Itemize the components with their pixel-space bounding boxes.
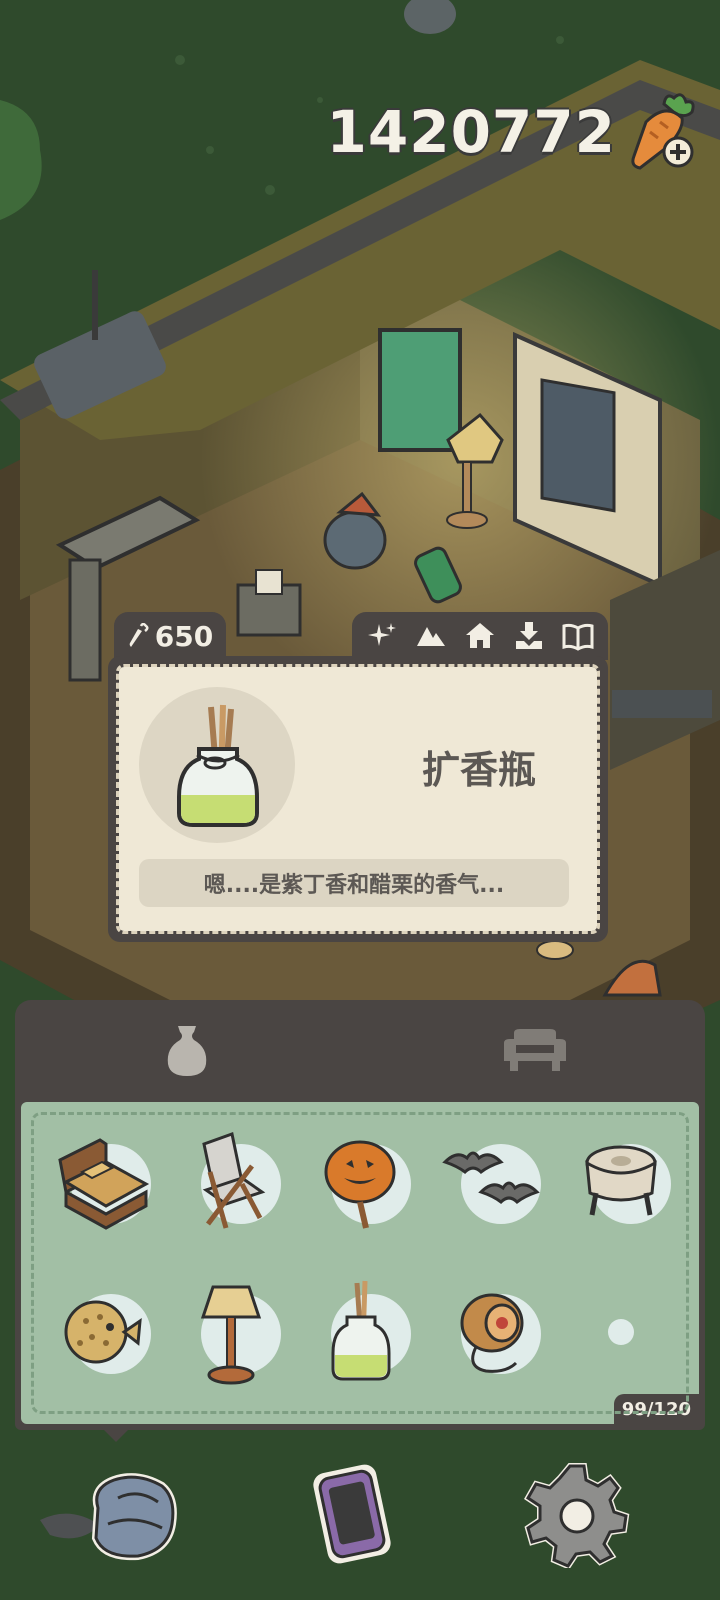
inventory-grid: 99/120 bbox=[21, 1102, 699, 1424]
settings-gear-icon bbox=[524, 1463, 630, 1568]
inventory-slot-folding-chair[interactable] bbox=[171, 1122, 291, 1242]
inventory-slot-pufferfish[interactable] bbox=[41, 1272, 161, 1392]
inventory-slot-yoyo[interactable] bbox=[431, 1272, 551, 1392]
inventory-slot-pumpkin-candy-apple[interactable] bbox=[301, 1122, 421, 1242]
item-thumbnail bbox=[139, 687, 295, 843]
tab-furniture[interactable] bbox=[475, 1012, 595, 1088]
stool-icon bbox=[585, 1145, 657, 1216]
inventory-tabs bbox=[15, 1000, 705, 1100]
backpack-button[interactable] bbox=[78, 1458, 188, 1568]
item-price: 650 bbox=[154, 619, 214, 653]
inventory-slot-bats[interactable] bbox=[431, 1122, 551, 1242]
inventory-slot-diffuser-bottle[interactable] bbox=[301, 1272, 421, 1392]
empty-slot-dot bbox=[608, 1319, 634, 1345]
diffuser-bottle-icon bbox=[177, 704, 259, 827]
carrot-icon bbox=[129, 623, 149, 647]
inventory-slot-stool[interactable] bbox=[561, 1122, 681, 1242]
settings-button[interactable] bbox=[522, 1458, 632, 1568]
item-description: 嗯....是紫丁香和醋栗的香气... bbox=[139, 859, 569, 907]
item-card-body: 扩香瓶 嗯....是紫丁香和醋栗的香气... bbox=[108, 656, 608, 942]
inventory-count: 99/120 bbox=[613, 1394, 699, 1424]
download-icon[interactable] bbox=[512, 619, 546, 653]
phone-button[interactable] bbox=[298, 1458, 408, 1568]
vase-icon bbox=[167, 1026, 207, 1076]
inventory-grid-frame: 99/120 bbox=[15, 1096, 705, 1430]
pufferfish-icon bbox=[64, 1300, 142, 1364]
house-icon[interactable] bbox=[463, 619, 497, 653]
item-card-content: 扩香瓶 嗯....是紫丁香和醋栗的香气... bbox=[116, 664, 600, 934]
yoyo-icon bbox=[460, 1293, 524, 1373]
carrot-currency-amount: 1420772 bbox=[326, 98, 616, 166]
inventory-slot-floor-lamp[interactable] bbox=[171, 1272, 291, 1392]
pumpkin-candy-apple-icon bbox=[324, 1140, 396, 1229]
mountain-icon[interactable] bbox=[414, 619, 448, 653]
sparkle-icon[interactable] bbox=[365, 619, 399, 653]
carrot-plus-icon[interactable] bbox=[626, 92, 696, 172]
folding-chair-icon bbox=[202, 1132, 266, 1229]
sofa-icon bbox=[504, 1029, 566, 1071]
inventory-slot-empty[interactable] bbox=[561, 1272, 681, 1392]
inventory-slot-bed[interactable] bbox=[41, 1122, 161, 1242]
item-action-tabs bbox=[352, 612, 608, 660]
book-icon[interactable] bbox=[561, 619, 595, 653]
item-price-tab: 650 bbox=[114, 612, 226, 660]
inventory-panel: 99/120 bbox=[15, 1000, 705, 1430]
phone-icon bbox=[313, 1464, 391, 1564]
currency-display: 1420772 bbox=[327, 92, 697, 172]
inventory-pointer bbox=[100, 1426, 132, 1442]
item-name: 扩香瓶 bbox=[421, 748, 536, 792]
item-info-card: 650 扩香瓶 嗯....是紫丁香和醋栗的香气... bbox=[108, 612, 608, 942]
backpack-icon bbox=[91, 1473, 177, 1561]
floor-lamp-icon bbox=[200, 1285, 262, 1385]
bats-icon bbox=[442, 1151, 540, 1204]
tab-decorations[interactable] bbox=[127, 1012, 247, 1088]
diffuser-bottle-icon bbox=[331, 1280, 391, 1381]
bed-icon bbox=[58, 1138, 150, 1230]
